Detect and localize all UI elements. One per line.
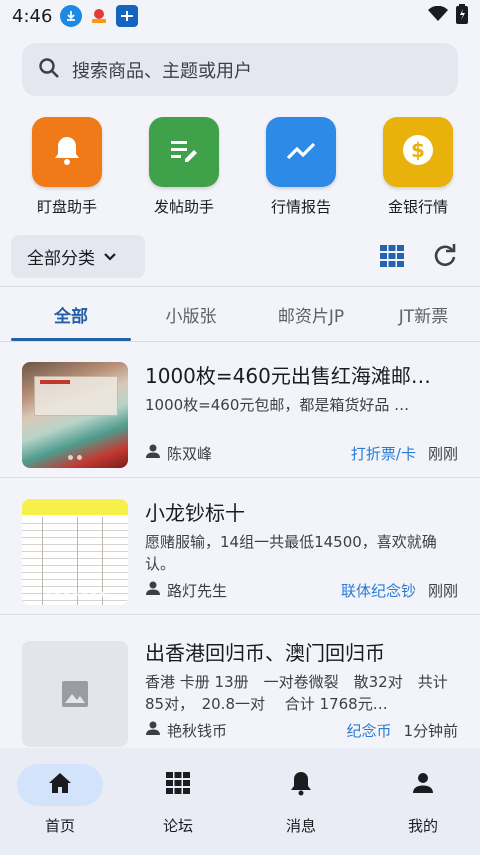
bank-icon (116, 5, 139, 27)
listing-title: 1000枚=460元出售红海滩邮资封 (145, 364, 445, 388)
grid-view-toggle[interactable] (380, 245, 404, 271)
status-bar: 4:46 (0, 0, 480, 32)
bell-icon (52, 134, 82, 170)
battery-icon (456, 4, 468, 28)
bell-icon (290, 770, 312, 800)
listing-description: 1000枚=460元包邮，都是箱货好品 … (145, 396, 410, 414)
quick-action-tile (32, 117, 102, 187)
post-edit-icon (168, 135, 200, 169)
refresh-icon (432, 244, 458, 273)
image-pager-dots (22, 455, 128, 460)
quick-action-gold-silver[interactable]: $ 金银行情 (368, 117, 468, 217)
listing-category-tag[interactable]: 打折票/卡 (351, 443, 416, 464)
listing-thumbnail[interactable] (22, 362, 128, 468)
listing-meta: 路灯先生 联体纪念钞 刚刚 (145, 578, 458, 602)
listing-author[interactable]: 艳秋钱币 (167, 720, 227, 741)
listing-title: 小龙钞标十 (145, 501, 245, 525)
person-icon (412, 772, 434, 798)
tab-mini-sheet[interactable]: 小版张 (131, 287, 251, 341)
chevron-down-icon (95, 247, 117, 267)
status-system-icons (428, 4, 468, 28)
svg-text:$: $ (411, 138, 425, 162)
nav-messages[interactable]: 消息 (241, 748, 361, 855)
category-dropdown[interactable]: 全部分类 (11, 235, 145, 278)
image-pager-dots (22, 592, 128, 597)
listing-meta: 陈双峰 打折票/卡 刚刚 (145, 441, 458, 465)
listing-description: 香港 卡册 13册 一对卷微裂 散32对 共计85对， 20.8一对 合计 17… (145, 673, 448, 713)
image-placeholder-icon (61, 680, 89, 712)
listing-time: 刚刚 (427, 581, 458, 600)
bottom-navigation: 首页 论坛 消息 我的 (0, 748, 480, 855)
nav-label: 消息 (285, 817, 316, 835)
listing-category-tag[interactable]: 联体纪念钞 (341, 580, 416, 601)
listing-description: 愿赌服输，14组一共最低14500，喜欢就确认。 (145, 533, 437, 573)
quick-action-market-report[interactable]: 行情报告 (251, 117, 351, 217)
listing-time: 1分钟前 (403, 721, 458, 740)
listing-title: 出香港回归币、澳门回归币 (145, 641, 385, 665)
nav-home[interactable]: 首页 (0, 748, 120, 855)
listing-author[interactable]: 路灯先生 (167, 580, 227, 601)
person-icon (145, 580, 161, 600)
download-icon (60, 5, 83, 27)
nav-pill (380, 764, 466, 806)
search-bar[interactable]: 搜索商品、主题或用户 (22, 43, 458, 96)
listing-card[interactable]: 小龙钞标十 愿赌服输，14组一共最低14500，喜欢就确认。 路灯先生 联体纪念… (0, 479, 480, 615)
search-icon (38, 57, 60, 83)
grid-view-icon (380, 245, 404, 271)
listing-meta: 艳秋钱币 纪念币 1分钟前 (145, 718, 458, 742)
quick-action-watch[interactable]: 盯盘助手 (17, 117, 117, 217)
search-placeholder: 搜索商品、主题或用户 (72, 60, 252, 82)
trend-chart-icon (285, 138, 317, 166)
nav-label: 我的 (407, 817, 438, 835)
tab-active-indicator (11, 338, 131, 341)
category-tabs: 全部 小版张 邮资片JP JT新票 (0, 286, 480, 342)
listing-card[interactable]: 出香港回归币、澳门回归币 香港 卡册 13册 一对卷微裂 散32对 共计85对，… (0, 619, 480, 755)
tab-all[interactable]: 全部 (11, 287, 131, 341)
nav-active-pill (17, 764, 103, 806)
dollar-coin-icon: $ (401, 133, 435, 171)
app-badge-icon (88, 5, 111, 27)
listing-card[interactable]: 1000枚=460元出售红海滩邮资封 1000枚=460元包邮，都是箱货好品 …… (0, 342, 480, 478)
status-time: 4:46 (12, 5, 53, 27)
tab-postal-card-jp[interactable]: 邮资片JP (251, 287, 371, 341)
forum-grid-icon (166, 772, 190, 798)
quick-action-tile (149, 117, 219, 187)
listing-category-tag[interactable]: 纪念币 (346, 720, 391, 741)
refresh-button[interactable] (432, 243, 458, 273)
person-icon (145, 720, 161, 740)
nav-label: 首页 (44, 817, 75, 835)
wifi-icon (428, 5, 448, 26)
person-icon (145, 443, 161, 463)
listing-time: 刚刚 (427, 444, 458, 463)
home-icon (48, 772, 72, 798)
nav-label: 论坛 (162, 817, 193, 835)
nav-pill (135, 764, 221, 806)
nav-pill (258, 764, 344, 806)
status-notification-icons (60, 5, 139, 27)
tab-jt-stamps[interactable]: JT新票 (371, 287, 476, 341)
quick-action-label: 行情报告 (270, 198, 331, 216)
category-label: 全部分类 (27, 249, 95, 269)
quick-action-label: 金银行情 (387, 198, 448, 216)
listing-author[interactable]: 陈双峰 (167, 443, 212, 464)
quick-action-label: 盯盘助手 (36, 198, 97, 216)
quick-action-tile (266, 117, 336, 187)
nav-forum[interactable]: 论坛 (118, 748, 238, 855)
listing-thumbnail[interactable] (22, 499, 128, 605)
listing-thumbnail[interactable] (22, 641, 128, 747)
quick-action-label: 发帖助手 (153, 198, 214, 216)
quick-action-post[interactable]: 发帖助手 (134, 117, 234, 217)
quick-action-tile: $ (383, 117, 453, 187)
nav-profile[interactable]: 我的 (363, 748, 480, 855)
